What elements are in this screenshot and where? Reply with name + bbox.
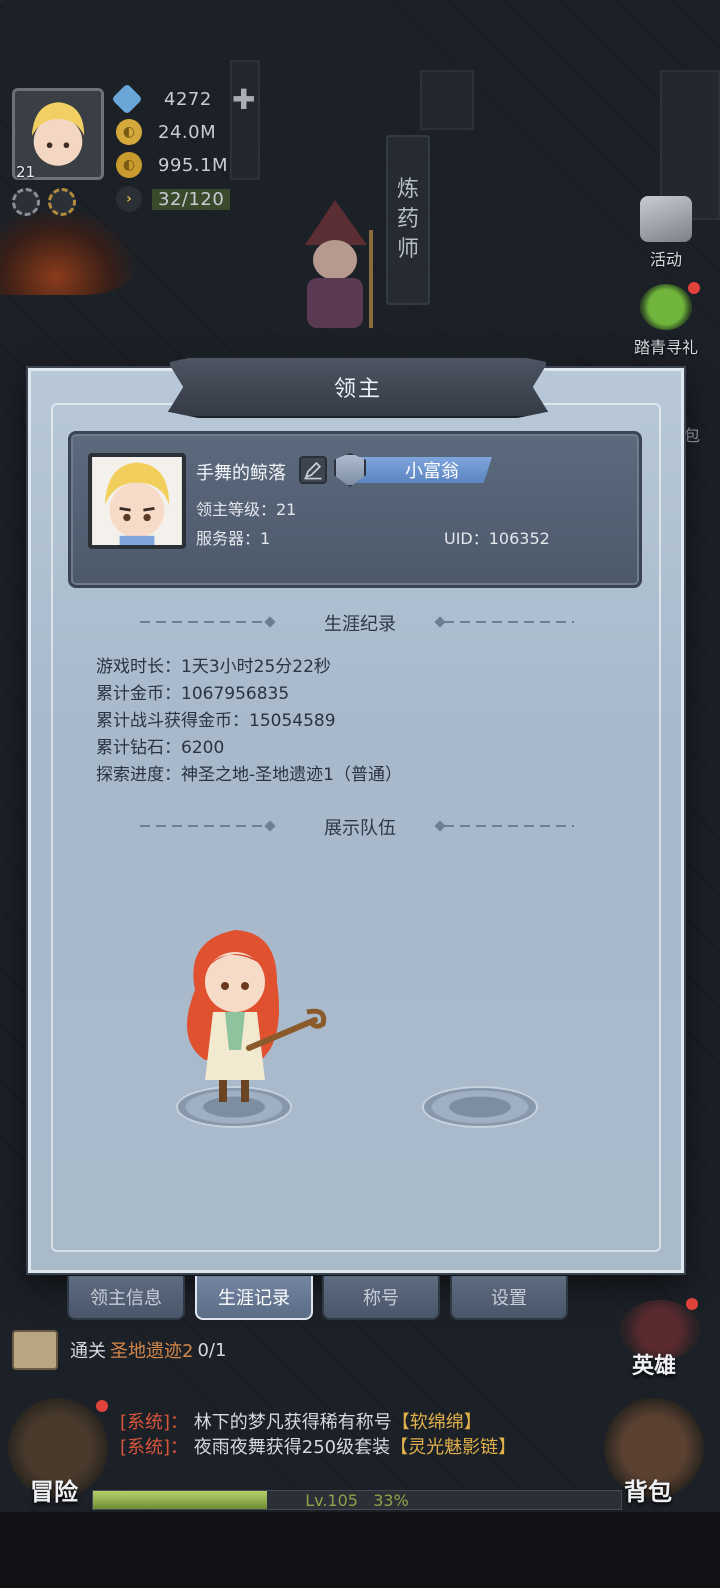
stamina-chevron-icon: › bbox=[116, 186, 142, 212]
tab-label: 生涯记录 bbox=[218, 1288, 290, 1309]
diamond-row: 4272 bbox=[111, 83, 212, 115]
hero-slot-platform-2[interactable] bbox=[424, 1088, 536, 1126]
modal-title-banner: 领主 bbox=[168, 356, 548, 418]
modal-title: 领主 bbox=[333, 377, 382, 402]
uid-info: UID：106352 bbox=[444, 529, 550, 548]
xp-progress-text: Lv.105 33% bbox=[93, 1491, 621, 1511]
chat-highlight: 【软绵绵】 bbox=[391, 1412, 482, 1433]
hero-mage-figure[interactable] bbox=[165, 920, 335, 1110]
lord-portrait bbox=[92, 457, 182, 545]
settings-gear-icon[interactable] bbox=[12, 188, 40, 216]
heroes-label: 英雄 bbox=[632, 1354, 677, 1379]
backpack-label: 背包 bbox=[624, 1478, 672, 1506]
player-level: 21 bbox=[16, 163, 36, 181]
server-info: 服务器：1 bbox=[196, 529, 271, 548]
add-currency-plus-icon[interactable]: ✚ bbox=[232, 86, 255, 114]
adventure-label: 冒险 bbox=[30, 1478, 78, 1506]
chat-message: [系统]： 林下的梦凡获得稀有称号【软绵绵】 bbox=[120, 1410, 580, 1435]
stamina-count: 32/120 bbox=[152, 188, 231, 210]
scene-pillar bbox=[230, 60, 260, 180]
chat-text: 夜雨夜舞获得250级套装 bbox=[193, 1437, 391, 1458]
spring-gift-button[interactable]: 踏青寻礼 bbox=[620, 284, 712, 358]
chat-tag: [系统] bbox=[120, 1412, 171, 1433]
chat-text: 林下的梦凡获得稀有称号 bbox=[193, 1412, 392, 1433]
tab-lord-info[interactable]: 领主信息 bbox=[67, 1276, 185, 1320]
title-badge[interactable]: 小富翁 bbox=[334, 453, 492, 487]
lord-level: 领主等级：21 bbox=[196, 500, 297, 519]
system-chat-feed[interactable]: [系统]： 林下的梦凡获得稀有称号【软绵绵】 [系统]： 夜雨夜舞获得250级套… bbox=[120, 1410, 580, 1460]
quest-scroll-icon bbox=[12, 1330, 58, 1370]
chat-tag: [系统] bbox=[120, 1437, 171, 1458]
team-section-title: 展示队伍 bbox=[324, 818, 396, 839]
diamond-icon bbox=[111, 83, 143, 115]
gift-basket-icon bbox=[640, 284, 692, 330]
activity-label: 活动 bbox=[649, 250, 682, 269]
career-section-title: 生涯纪录 bbox=[324, 614, 396, 635]
chat-separator: ： bbox=[170, 1437, 189, 1458]
tab-label: 称号 bbox=[363, 1288, 399, 1309]
quest-progress: 0/1 bbox=[197, 1339, 227, 1361]
activity-button[interactable]: 活动 bbox=[626, 196, 706, 270]
lord-avatar[interactable] bbox=[88, 453, 186, 549]
alchemist-sign[interactable]: 炼 药 师 bbox=[386, 135, 430, 305]
cauldron-glow bbox=[0, 205, 140, 295]
tab-career-record[interactable]: 生涯记录 bbox=[195, 1276, 313, 1320]
xp-percent: 33% bbox=[373, 1491, 409, 1510]
tab-settings[interactable]: 设置 bbox=[450, 1276, 568, 1320]
title-badge-label: 小富翁 bbox=[405, 461, 459, 482]
chat-highlight: 【灵光魅影链】 bbox=[390, 1437, 517, 1458]
tab-titles[interactable]: 称号 bbox=[322, 1276, 440, 1320]
coin-count: 995.1M bbox=[158, 154, 229, 176]
xp-level: Lv.105 bbox=[305, 1491, 358, 1510]
stamina-row: › 32/120 bbox=[116, 184, 231, 214]
chat-message: [系统]： 夜雨夜舞获得250级套装【灵光魅影链】 bbox=[120, 1435, 580, 1460]
chat-separator: ： bbox=[170, 1412, 189, 1433]
stat-exploration-progress: 探索进度：神圣之地-圣地遗迹1（普通） bbox=[96, 765, 402, 785]
gold-coin-icon: ◐ bbox=[116, 119, 142, 145]
diamond-count: 4272 bbox=[164, 88, 212, 110]
notification-dot bbox=[688, 282, 700, 294]
coin-row: ◐ 995.1M bbox=[116, 150, 228, 180]
edit-name-icon[interactable] bbox=[299, 456, 327, 484]
gold-row: ◐ 24.0M bbox=[116, 117, 216, 147]
tab-label: 设置 bbox=[491, 1288, 527, 1309]
quest-target: 圣地遗迹2 bbox=[110, 1341, 194, 1362]
bonus-gear-icon[interactable] bbox=[48, 188, 76, 216]
scene-pillar bbox=[420, 70, 474, 130]
sign-char: 炼 bbox=[396, 177, 419, 202]
sign-char: 药 bbox=[396, 207, 419, 232]
quest-tracker[interactable]: 通关 圣地遗迹2 0/1 bbox=[12, 1330, 226, 1370]
coin-icon: ◐ bbox=[116, 152, 142, 178]
bag-partial-label: 包 bbox=[684, 426, 701, 445]
gold-count: 24.0M bbox=[158, 121, 217, 143]
notification-dot bbox=[96, 1400, 108, 1412]
xp-progress-bar: Lv.105 33% bbox=[92, 1490, 622, 1510]
sign-char: 师 bbox=[396, 237, 419, 262]
quest-prefix: 通关 bbox=[70, 1341, 106, 1362]
stat-play-time: 游戏时长：1天3小时25分22秒 bbox=[96, 657, 331, 677]
spring-gift-label: 踏青寻礼 bbox=[633, 338, 698, 357]
bottom-nav-strip bbox=[0, 1512, 720, 1588]
tab-label: 领主信息 bbox=[90, 1288, 162, 1309]
scroll-icon bbox=[640, 196, 692, 242]
stat-battle-gold: 累计战斗获得金币：15054589 bbox=[96, 711, 336, 731]
pencil-icon bbox=[304, 461, 322, 480]
stat-total-diamonds: 累计钻石：6200 bbox=[96, 738, 225, 758]
alchemist-npc[interactable] bbox=[285, 200, 385, 330]
notification-dot bbox=[686, 1298, 698, 1310]
stat-total-gold: 累计金币：1067956835 bbox=[96, 684, 290, 704]
lord-name: 手舞的鲸落 bbox=[196, 463, 286, 484]
title-ribbon: 小富翁 bbox=[352, 457, 492, 483]
